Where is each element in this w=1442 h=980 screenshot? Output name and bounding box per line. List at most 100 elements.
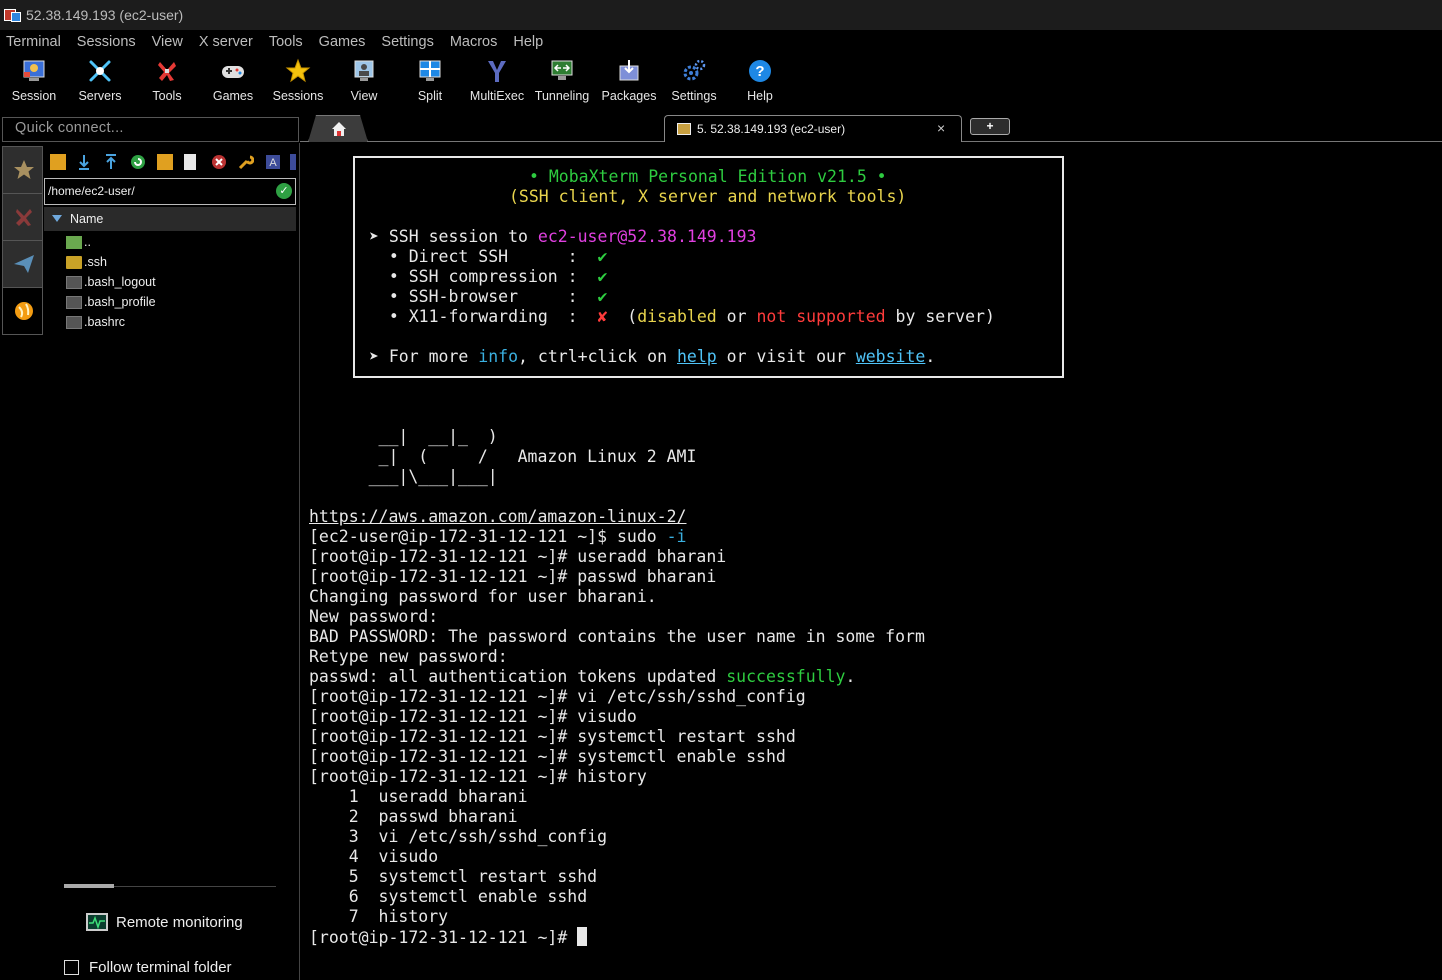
- follow-terminal-folder-checkbox[interactable]: Follow terminal folder: [64, 959, 232, 976]
- title-bar: 52.38.149.193 (ec2-user): [0, 0, 1442, 30]
- new-file-icon[interactable]: [184, 154, 196, 170]
- gears-icon: [683, 59, 706, 81]
- wrench-icon[interactable]: [238, 154, 255, 170]
- settings-button[interactable]: Settings: [664, 54, 724, 110]
- packages-button[interactable]: Packages: [598, 54, 660, 110]
- remote-monitoring-button[interactable]: Remote monitoring: [86, 913, 243, 931]
- file-row[interactable]: .bash_profile: [66, 292, 156, 312]
- banner-item: • SSH compression : ✔: [369, 267, 608, 286]
- amazon-linux-url[interactable]: https://aws.amazon.com/amazon-linux-2/: [309, 507, 687, 527]
- website-link[interactable]: website: [856, 347, 926, 366]
- gamepad-icon: [222, 66, 244, 78]
- view-icon: [354, 60, 374, 81]
- check-mark-icon: ✔: [597, 247, 608, 266]
- sessions-button[interactable]: Sessions: [268, 54, 328, 110]
- text-mode-icon[interactable]: A: [265, 154, 281, 170]
- new-folder-icon[interactable]: [157, 154, 173, 170]
- path-input[interactable]: /home/ec2-user/ ✓: [44, 178, 296, 205]
- terminal-view[interactable]: • MobaXterm Personal Edition v21.5 • (SS…: [305, 143, 1442, 980]
- checkbox[interactable]: [64, 960, 79, 975]
- ssh-target: ec2-user@52.38.149.193: [537, 227, 757, 246]
- sidebar-tab-sessions[interactable]: [2, 146, 43, 194]
- terminal-line: BAD PASSWORD: The password contains the …: [309, 627, 925, 646]
- terminal-line: [root@ip-172-31-12-121 ~]# vi /etc/ssh/s…: [309, 687, 806, 706]
- terminal-cursor: [577, 927, 588, 946]
- banner-title: • MobaXterm Personal Edition v21.5 •: [529, 167, 887, 186]
- terminal-line: Retype new password:: [309, 647, 508, 666]
- check-mark-icon: ✔: [597, 287, 608, 306]
- sidebar-strip: [0, 143, 44, 980]
- delete-icon[interactable]: [211, 154, 227, 170]
- history-line: 5 systemctl restart sshd: [309, 867, 598, 886]
- download-icon[interactable]: [76, 154, 92, 170]
- terminal-prompt[interactable]: [root@ip-172-31-12-121 ~]#: [309, 927, 588, 947]
- sort-triangle-icon: [52, 215, 62, 222]
- games-button[interactable]: Games: [203, 54, 263, 110]
- menu-bar: Terminal Sessions View X server Tools Ga…: [0, 30, 1442, 54]
- window-title: 52.38.149.193 (ec2-user): [26, 7, 184, 23]
- file-row[interactable]: .bashrc: [66, 312, 125, 332]
- quick-connect-input[interactable]: Quick connect...: [2, 117, 299, 142]
- servers-button[interactable]: Servers: [70, 54, 130, 110]
- session-button[interactable]: Session: [4, 54, 64, 110]
- history-line: 2 passwd bharani: [309, 807, 518, 826]
- refresh-icon[interactable]: [130, 154, 146, 170]
- tools-button[interactable]: Tools: [137, 54, 197, 110]
- tools-icon: [16, 209, 32, 226]
- menu-sessions[interactable]: Sessions: [77, 34, 136, 50]
- ascii-art-line: _| ( / Amazon Linux 2 AMI: [309, 447, 697, 466]
- history-line: 6 systemctl enable sshd: [309, 887, 588, 906]
- sidebar-tab-sftp[interactable]: [2, 287, 43, 335]
- menu-settings[interactable]: Settings: [381, 34, 433, 50]
- horizontal-scrollbar[interactable]: [64, 884, 276, 888]
- menu-tools[interactable]: Tools: [269, 34, 303, 50]
- file-row[interactable]: .bash_logout: [66, 272, 156, 292]
- tunneling-button[interactable]: Tunneling: [532, 54, 592, 110]
- sidebar-tab-tools[interactable]: [2, 193, 43, 241]
- check-icon[interactable]: ✓: [276, 183, 292, 199]
- file-toolbar: A: [44, 151, 300, 173]
- menu-terminal[interactable]: Terminal: [6, 34, 61, 50]
- split-button[interactable]: Split: [400, 54, 460, 110]
- menu-help[interactable]: Help: [513, 34, 543, 50]
- view-button[interactable]: View: [334, 54, 394, 110]
- name-column-header[interactable]: Name: [44, 207, 296, 231]
- terminal-line: Changing password for user bharani.: [309, 587, 657, 606]
- history-line: 7 history: [309, 907, 449, 926]
- ascii-art-line: ___|\___|___|: [309, 467, 498, 486]
- tools-icon: [158, 62, 176, 81]
- tab-bar: 5. 52.38.149.193 (ec2-user) × +: [300, 112, 1442, 143]
- help-link[interactable]: help: [677, 347, 717, 366]
- multiexec-icon: [488, 61, 506, 82]
- banner-more-line: ➤ For more info, ctrl+click on help or v…: [369, 347, 936, 366]
- file-row[interactable]: ..: [66, 232, 91, 252]
- parent-folder-icon[interactable]: [50, 154, 66, 170]
- cross-mark-icon: ✘: [597, 307, 608, 326]
- menu-macros[interactable]: Macros: [450, 34, 498, 50]
- session-icon: [23, 60, 45, 81]
- path-text: /home/ec2-user/: [48, 184, 135, 198]
- packages-icon: [619, 60, 639, 81]
- menu-games[interactable]: Games: [319, 34, 366, 50]
- session-tab[interactable]: 5. 52.38.149.193 (ec2-user) ×: [664, 115, 962, 142]
- sftp-globe-icon: [15, 302, 33, 320]
- toolbar: Session Servers Tools Games Sessions Vie…: [0, 54, 1442, 112]
- terminal-line: [root@ip-172-31-12-121 ~]# passwd bharan…: [309, 567, 717, 586]
- multiexec-button[interactable]: MultiExec: [466, 54, 528, 110]
- more-tools-icon[interactable]: [290, 154, 296, 170]
- star-icon: [14, 160, 34, 179]
- mobaxterm-logo-icon: [4, 7, 22, 23]
- menu-x-server[interactable]: X server: [199, 34, 253, 50]
- help-button[interactable]: ? Help: [730, 54, 790, 110]
- terminal-line: passwd: all authentication tokens update…: [309, 667, 856, 686]
- check-mark-icon: ✔: [597, 267, 608, 286]
- paper-plane-icon: [14, 255, 34, 273]
- menu-view[interactable]: View: [152, 34, 183, 50]
- new-tab-button[interactable]: +: [970, 118, 1010, 135]
- home-tab[interactable]: [308, 115, 368, 142]
- file-row[interactable]: .ssh: [66, 252, 107, 272]
- upload-icon[interactable]: [103, 154, 119, 170]
- sidebar-tab-macros[interactable]: [2, 240, 43, 288]
- info-link: info: [478, 347, 519, 366]
- close-tab-icon[interactable]: ×: [937, 120, 945, 136]
